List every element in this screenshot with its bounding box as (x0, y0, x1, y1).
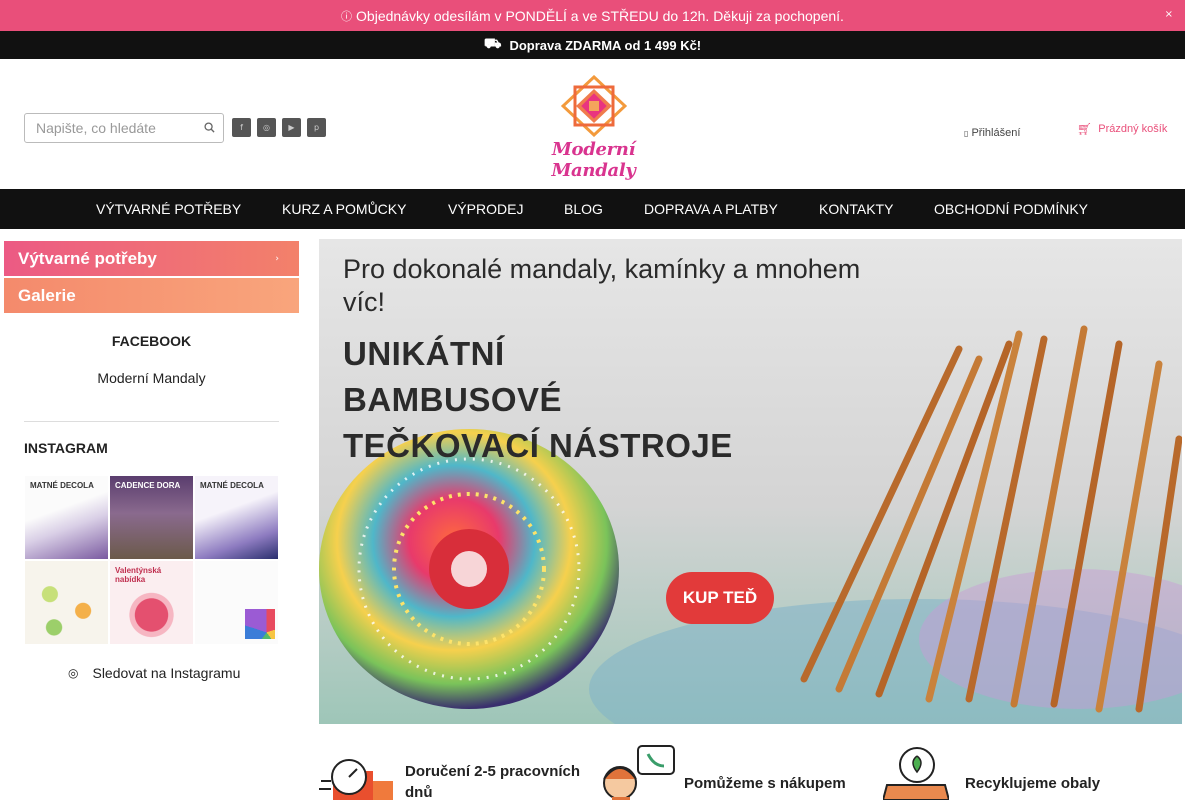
notice-bar: ⓘ Objednávky odesílám v PONDĚLÍ a ve STŘ… (0, 0, 1185, 31)
nav-item-kontakty[interactable]: KONTAKTY (819, 201, 893, 217)
cart-icon: 🛒︎ (1077, 122, 1093, 136)
customer-support-icon (603, 745, 675, 800)
search-input[interactable] (25, 114, 195, 142)
instagram-follow-link[interactable]: ◎ Sledovat na Instagramu (68, 665, 240, 681)
search-box (24, 113, 224, 143)
feature-label: Doručení 2-5 pracovních dnů (405, 763, 581, 800)
nav-item-kurz-a-pomucky[interactable]: KURZ A POMŮCKY (282, 201, 406, 217)
buy-now-button[interactable]: KUP TEĎ (666, 572, 774, 624)
nav-item-doprava-a-platby[interactable]: DOPRAVA A PLATBY (644, 201, 778, 217)
chevron-right-icon: › (275, 253, 279, 264)
sidebar-item-galerie[interactable]: Galerie (4, 278, 299, 313)
instagram-post[interactable]: MATNÉ DECOLA (24, 475, 109, 560)
feature-support: Pomůžeme s nákupem (600, 745, 846, 800)
instagram-icon: ◎ (68, 666, 79, 680)
facebook-icon[interactable]: f (232, 118, 251, 137)
feature-label: Pomůžeme s nákupem (684, 775, 846, 792)
login-label: Přihlášení (971, 127, 1021, 139)
delivery-truck-icon (319, 758, 393, 800)
youtube-icon[interactable]: ▶ (282, 118, 301, 137)
nav-item-vyprodej[interactable]: VÝPRODEJ (448, 201, 523, 217)
instagram-follow-label: Sledovat na Instagramu (92, 665, 241, 681)
recycling-box-icon (883, 747, 949, 800)
hero-banner[interactable]: Pro dokonalé mandaly, kamínky a mnohem v… (319, 239, 1182, 724)
site-logo[interactable]: Moderní Mandaly (521, 75, 666, 181)
social-links: f ◎ ▶ p (232, 118, 326, 137)
truck-icon: ⛟ (483, 36, 502, 52)
info-icon: ⓘ (341, 9, 353, 23)
mandala-logo-icon (560, 75, 627, 137)
pinterest-icon[interactable]: p (307, 118, 326, 137)
instagram-post[interactable]: Valentýnská nabídka (109, 560, 194, 645)
instagram-post[interactable] (194, 560, 279, 645)
facebook-heading: FACEBOOK (111, 333, 192, 349)
search-icon[interactable] (204, 122, 215, 133)
banner-headline: UNIKÁTNÍ BAMBUSOVÉ TEČKOVACÍ NÁSTROJE (343, 335, 733, 464)
shipping-text: Doprava ZDARMA od 1 499 Kč! (509, 37, 702, 53)
feature-recycling: Recyklujeme obaly (883, 745, 1100, 800)
instagram-post[interactable] (24, 560, 109, 645)
notice-text: Objednávky odesílám v PONDĚLÍ a ve STŘED… (356, 7, 844, 24)
instagram-icon[interactable]: ◎ (257, 118, 276, 137)
feature-delivery: Doručení 2-5 pracovních dnů (319, 745, 595, 800)
user-icon: ▯ (964, 129, 969, 138)
sidebar-item-label: Výtvarné potřeby (18, 248, 157, 268)
main-navigation: VÝTVARNÉ POTŘEBY KURZ A POMŮCKY VÝPRODEJ… (0, 189, 1185, 229)
instagram-feed: MATNÉ DECOLA CADENCE DORA MATNÉ DECOLA V… (24, 475, 279, 645)
close-icon[interactable]: × (1165, 9, 1173, 20)
cart-link[interactable]: 🛒︎ Prázdný košík (1077, 122, 1167, 136)
divider (24, 421, 279, 422)
logo-text: Moderní Mandaly (551, 139, 636, 181)
login-link[interactable]: ▯ Přihlášení (964, 127, 1020, 139)
sidebar-item-label: Galerie (18, 285, 76, 305)
banner-title: Pro dokonalé mandaly, kamínky a mnohem v… (343, 254, 861, 317)
nav-item-obchodni-podminky[interactable]: OBCHODNÍ PODMÍNKY (934, 201, 1088, 217)
feature-label: Recyklujeme obaly (965, 775, 1101, 792)
instagram-post[interactable]: CADENCE DORA (109, 475, 194, 560)
shipping-bar: ⛟ Doprava ZDARMA od 1 499 Kč! (0, 31, 1185, 59)
instagram-heading: INSTAGRAM (24, 440, 108, 456)
instagram-post[interactable]: MATNÉ DECOLA (194, 475, 279, 560)
facebook-page-link[interactable]: Moderní Mandaly (24, 370, 279, 386)
nav-item-vytvarne-potreby[interactable]: VÝTVARNÉ POTŘEBY (96, 201, 241, 217)
cart-label: Prázdný košík (1098, 123, 1168, 135)
sidebar-item-vytvarne-potreby[interactable]: Výtvarné potřeby › (4, 241, 299, 276)
nav-item-blog[interactable]: BLOG (564, 201, 603, 217)
